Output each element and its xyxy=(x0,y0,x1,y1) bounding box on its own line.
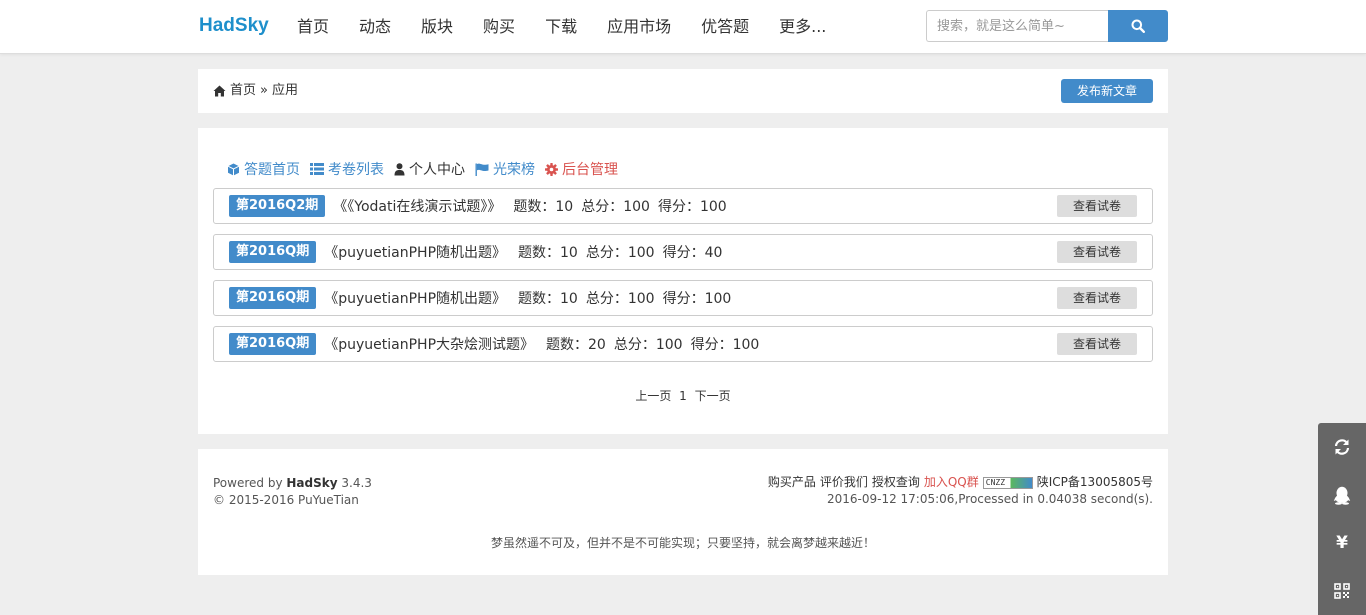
exam-period-badge: 第2016Q期 xyxy=(229,241,317,263)
top-navbar: HadSky 首页 动态 版块 购买 下载 应用市场 优答题 更多... xyxy=(0,0,1366,54)
view-exam-button[interactable]: 查看试卷 xyxy=(1057,333,1137,355)
quick-link-label: 考卷列表 xyxy=(328,162,384,178)
donate-button[interactable]: ¥ xyxy=(1318,519,1366,567)
view-exam-button[interactable]: 查看试卷 xyxy=(1057,287,1137,309)
version-text: 3.4.3 xyxy=(341,476,372,490)
qrcode-icon xyxy=(1334,583,1350,599)
search-box xyxy=(926,10,1168,42)
nav-item-buy[interactable]: 购买 xyxy=(468,0,530,54)
exam-title[interactable]: 《puyuetianPHP随机出题》 xyxy=(324,242,506,262)
footer-link-license[interactable]: 授权查询 xyxy=(872,474,920,491)
powered-by-link[interactable]: HadSky xyxy=(286,476,337,490)
quick-link-label: 后台管理 xyxy=(562,162,618,178)
nav-item-quiz[interactable]: 优答题 xyxy=(686,0,764,54)
exam-list: 第2016Q2期 《《Yodati在线演示试题》》 题数：10 总分：100 得… xyxy=(213,188,1153,372)
exam-question-count: 题数：20 xyxy=(546,337,606,353)
footer-motto: 梦虽然遥不可及，但并不是不可能实现；只要坚持，就会离梦越来越近！ xyxy=(490,536,875,550)
cube-icon xyxy=(227,163,240,175)
exam-user-score: 得分：100 xyxy=(662,291,732,307)
publish-article-button[interactable]: 发布新文章 xyxy=(1061,79,1153,103)
exam-question-count: 题数：10 xyxy=(518,291,578,307)
quick-link-label: 个人中心 xyxy=(409,162,465,178)
footer: Powered by HadSky 3.4.3 © 2015-2016 PuYu… xyxy=(198,449,1168,575)
main-nav: 首页 动态 版块 购买 下载 应用市场 优答题 更多... xyxy=(282,0,841,54)
exam-title[interactable]: 《puyuetianPHP大杂烩测试题》 xyxy=(324,334,534,354)
quiz-quick-links: 答题首页 考卷列表 个人中心 光荣榜 后台管理 xyxy=(227,159,618,179)
qrcode-button[interactable] xyxy=(1318,567,1366,615)
exam-row: 第2016Q期 《puyuetianPHP大杂烩测试题》 题数：20 总分：10… xyxy=(213,326,1153,362)
quick-link-user-center[interactable]: 个人中心 xyxy=(394,159,465,179)
exam-period-badge: 第2016Q2期 xyxy=(229,195,326,217)
quick-link-honor-roll[interactable]: 光荣榜 xyxy=(475,159,535,179)
footer-links: 购买产品 评价我们 授权查询 加入QQ群 CNZZ 陕ICP备13005805号… xyxy=(768,474,1153,508)
exam-total-score: 总分：100 xyxy=(585,245,655,261)
exam-question-count: 题数：10 xyxy=(513,199,574,215)
refresh-icon xyxy=(1334,439,1350,455)
quick-link-admin[interactable]: 后台管理 xyxy=(545,159,618,179)
flag-icon xyxy=(475,163,489,176)
breadcrumb: 首页 » 应用 xyxy=(213,69,298,113)
pagination: 上一页 1 下一页 xyxy=(198,387,1168,404)
qq-contact-button[interactable] xyxy=(1318,471,1366,519)
exam-user-score: 得分：100 xyxy=(690,337,760,353)
exam-user-score: 得分：40 xyxy=(662,245,723,261)
user-icon xyxy=(394,162,405,175)
nav-item-download[interactable]: 下载 xyxy=(530,0,592,54)
quick-link-quiz-home[interactable]: 答题首页 xyxy=(227,159,300,179)
search-input[interactable] xyxy=(926,10,1108,42)
nav-item-feed[interactable]: 动态 xyxy=(344,0,406,54)
processed-time-text: 2016-09-12 17:05:06,Processed in 0.04038… xyxy=(826,492,1153,506)
exam-total-score: 总分：100 xyxy=(585,291,655,307)
exam-row: 第2016Q期 《puyuetianPHP随机出题》 题数：10 总分：100 … xyxy=(213,234,1153,270)
exam-period-badge: 第2016Q期 xyxy=(229,287,317,309)
breadcrumb-separator: » xyxy=(260,83,268,98)
exam-total-score: 总分：100 xyxy=(581,199,650,215)
footer-link-qq-group[interactable]: 加入QQ群 xyxy=(924,474,979,491)
refresh-button[interactable] xyxy=(1318,423,1366,471)
quick-link-label: 答题首页 xyxy=(244,162,300,178)
footer-link-buy[interactable]: 购买产品 xyxy=(768,474,816,491)
nav-item-home[interactable]: 首页 xyxy=(282,0,344,54)
exam-period-badge: 第2016Q期 xyxy=(229,333,317,355)
search-icon xyxy=(1131,19,1145,33)
exam-list-panel: 答题首页 考卷列表 个人中心 光荣榜 后台管理 第2016Q2期 《《Yodat… xyxy=(198,128,1168,434)
next-page-link[interactable]: 下一页 xyxy=(695,389,731,403)
exam-question-count: 题数：10 xyxy=(518,245,578,261)
footer-icp-link[interactable]: 陕ICP备13005805号 xyxy=(1037,474,1153,491)
view-exam-button[interactable]: 查看试卷 xyxy=(1057,241,1137,263)
powered-by-text: Powered by xyxy=(213,476,283,490)
brand-logo[interactable]: HadSky xyxy=(199,15,269,37)
list-icon xyxy=(310,163,324,175)
exam-total-score: 总分：100 xyxy=(613,337,683,353)
nav-item-app-market[interactable]: 应用市场 xyxy=(592,0,686,54)
breadcrumb-home[interactable]: 首页 xyxy=(230,69,256,113)
exam-title[interactable]: 《puyuetianPHP随机出题》 xyxy=(324,288,506,308)
exam-row: 第2016Q期 《puyuetianPHP随机出题》 题数：10 总分：100 … xyxy=(213,280,1153,316)
exam-title[interactable]: 《《Yodati在线演示试题》》 xyxy=(333,196,501,216)
footer-credits: Powered by HadSky 3.4.3 © 2015-2016 PuYu… xyxy=(213,475,372,509)
exam-row: 第2016Q2期 《《Yodati在线演示试题》》 题数：10 总分：100 得… xyxy=(213,188,1153,224)
copyright-text: © 2015-2016 PuYueTian xyxy=(213,493,359,507)
quick-link-label: 光荣榜 xyxy=(493,162,535,178)
current-page[interactable]: 1 xyxy=(679,389,687,403)
prev-page-link[interactable]: 上一页 xyxy=(635,389,671,403)
nav-item-boards[interactable]: 版块 xyxy=(406,0,468,54)
home-icon xyxy=(213,85,226,97)
footer-link-review[interactable]: 评价我们 xyxy=(820,474,868,491)
exam-user-score: 得分：100 xyxy=(657,199,727,215)
yen-icon: ¥ xyxy=(1336,533,1348,553)
breadcrumb-current[interactable]: 应用 xyxy=(272,69,298,113)
quick-link-exam-list[interactable]: 考卷列表 xyxy=(310,159,384,179)
breadcrumb-panel: 首页 » 应用 发布新文章 xyxy=(198,69,1168,113)
cnzz-stats-badge[interactable]: CNZZ xyxy=(982,476,1033,489)
qq-icon xyxy=(1333,486,1351,505)
nav-item-more[interactable]: 更多... xyxy=(764,0,841,54)
search-button[interactable] xyxy=(1108,10,1168,42)
gear-icon xyxy=(545,162,558,176)
view-exam-button[interactable]: 查看试卷 xyxy=(1057,195,1137,217)
floating-side-toolbar: ¥ xyxy=(1318,423,1366,615)
